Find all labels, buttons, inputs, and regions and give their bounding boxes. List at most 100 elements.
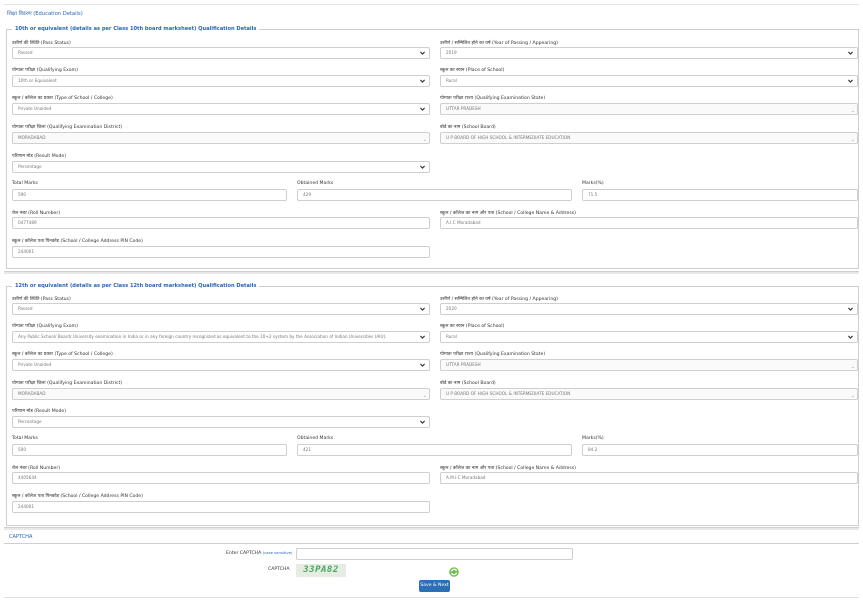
tenth-place-select[interactable]: Rural [440,75,858,87]
tenth-type-label: स्कूल / कॉलेज का प्रकार (Type of School … [12,96,113,101]
section-divider [4,527,859,530]
twelfth-result-mode-value: Percentage [18,419,42,424]
section-divider [4,271,859,274]
twelfth-school-name-label: स्कूल / कॉलेज का नाम और पता (School / Co… [440,466,576,471]
select-arrows-icon: ⌄ [850,108,855,114]
tenth-obtained-input[interactable]: 429 [297,189,572,201]
tenth-percent-label: Marks(%) [582,181,604,186]
tenth-district-value: MORADABAD [18,135,46,140]
tenth-fieldset [6,29,859,269]
twelfth-pass-status-value: Passed [18,306,33,311]
twelfth-place-select[interactable]: Rural [440,331,858,343]
chevron-down-icon [420,107,425,111]
captcha-image: 33PA82 [296,564,346,577]
twelfth-pass-status-select[interactable]: Passed [12,303,430,315]
chevron-down-icon [420,307,425,311]
tenth-year-value: 2019 [446,50,457,55]
chevron-down-icon [420,335,425,339]
tenth-exam-select[interactable]: 10th or Equivalent [12,75,430,87]
select-arrows-icon: ⌄ [850,364,855,370]
chevron-down-icon [420,51,425,55]
chevron-down-icon [420,420,425,424]
twelfth-exam-select[interactable]: Any Public School/ Board/ University exa… [12,331,430,343]
page-bottom-border [4,597,859,598]
tenth-pass-status-value: Passed [18,50,33,55]
twelfth-district-select[interactable]: MORADABAD ⌄ [12,388,430,400]
chevron-down-icon [420,165,425,169]
twelfth-total-label: Total Marks [12,436,38,441]
tenth-total-input[interactable]: 590 [12,189,287,201]
captcha-input[interactable] [296,548,573,560]
tenth-total-label: Total Marks [12,181,38,186]
twelfth-type-value: Private Unaided [18,362,52,367]
captcha-enter-label: Enter CAPTCHA (case sensitive) [226,550,293,556]
chevron-down-icon [848,79,853,83]
tenth-result-mode-select[interactable]: Percentage [12,161,430,173]
tenth-result-mode-label: परिणाम मोड (Result Mode) [12,154,67,159]
twelfth-percent-input[interactable]: 84.2 [582,444,858,456]
tenth-state-value: UTTAR PRADESH [446,106,481,111]
chevron-down-icon [848,335,853,339]
tenth-percent-input[interactable]: 71.5 [582,189,858,201]
captcha-image-label: CAPTCHA [268,567,290,572]
twelfth-pin-label: स्कूल / कॉलेज पता पिनकोड (School / Colle… [12,494,143,499]
tenth-board-value: U P BOARD OF HIGH SCHOOL & INTERMEDIATE … [446,135,571,140]
select-arrows-icon: ⌄ [850,137,855,143]
twelfth-result-mode-label: परिणाम मोड (Result Mode) [12,409,67,414]
twelfth-obtained-input[interactable]: 421 [297,444,572,456]
tenth-type-value: Private Unaided [18,106,52,111]
tenth-district-label: योग्यता परीक्षा जिला (Qualifying Examina… [12,125,123,130]
tenth-board-select[interactable]: U P BOARD OF HIGH SCHOOL & INTERMEDIATE … [440,132,858,144]
twelfth-district-value: MORADABAD [18,391,46,396]
twelfth-year-value: 2020 [446,306,457,311]
tenth-year-select[interactable]: 2019 [440,47,858,59]
chevron-down-icon [848,307,853,311]
twelfth-district-label: योग्यता परीक्षा जिला (Qualifying Examina… [12,381,123,386]
twelfth-pass-status-label: उत्तीर्ण की स्थिति (Pass Status) [12,297,71,302]
tenth-school-name-input[interactable]: A.I.C Moradabad [440,217,858,229]
chevron-down-icon [420,363,425,367]
captcha-enter-text: Enter CAPTCHA [226,551,262,556]
twelfth-roll-label: रोल नंबर (Roll Number) [12,466,61,471]
twelfth-pin-input[interactable]: 244001 [12,501,430,513]
chevron-down-icon [848,51,853,55]
twelfth-exam-label: योग्यता परीक्षा (Qualifying Exam) [12,324,78,329]
tenth-exam-value: 10th or Equivalent [18,78,57,83]
tenth-state-label: योग्यता परीक्षा राज्य (Qualifying Examin… [440,96,546,101]
twelfth-state-label: योग्यता परीक्षा राज्य (Qualifying Examin… [440,352,546,357]
twelfth-result-mode-select[interactable]: Percentage [12,416,430,428]
twelfth-fieldset [6,286,859,526]
twelfth-roll-input[interactable]: 4405644 [12,472,430,484]
twelfth-year-label: उत्तीर्ण / सम्मिलित होने का वर्ष (Year o… [440,297,558,302]
tenth-pass-status-select[interactable]: Passed [12,47,430,59]
tenth-place-value: Rural [446,78,457,83]
select-arrows-icon: ⌄ [850,393,855,399]
tenth-type-select[interactable]: Private Unaided [12,103,430,115]
tenth-district-select[interactable]: MORADABAD ⌄ [12,132,430,144]
tenth-school-name-label: स्कूल / कॉलेज का नाम और पता (School / Co… [440,211,576,216]
twelfth-percent-label: Marks(%) [582,436,604,441]
save-next-button[interactable]: Save & Next [419,580,450,592]
captcha-title-underline [4,543,859,544]
twelfth-board-select[interactable]: U P BOARD OF HIGH SCHOOL & INTERMEDIATE … [440,388,858,400]
twelfth-state-value: UTTAR PRADESH [446,362,481,367]
tenth-board-label: बोर्ड का नाम (School Board) [440,125,496,130]
tenth-year-label: उत्तीर्ण / सम्मिलित होने का वर्ष (Year o… [440,41,558,46]
twelfth-year-select[interactable]: 2020 [440,303,858,315]
twelfth-total-input[interactable]: 500 [12,444,287,456]
twelfth-type-select[interactable]: Private Unaided [12,359,430,371]
twelfth-type-label: स्कूल / कॉलेज का प्रकार (Type of School … [12,352,113,357]
twelfth-exam-value: Any Public School/ Board/ University exa… [18,334,387,339]
tenth-pin-input[interactable]: 244001 [12,246,430,258]
tenth-pass-status-label: उत्तीर्ण की स्थिति (Pass Status) [12,41,71,46]
refresh-icon[interactable] [448,566,460,578]
twelfth-school-name-input[interactable]: A.M.I.C Moradabad [440,472,858,484]
captcha-case-hint: (case sensitive) [262,550,293,555]
tenth-roll-input[interactable]: 0477489 [12,217,430,229]
twelfth-board-value: U P BOARD OF HIGH SCHOOL & INTERMEDIATE … [446,391,571,396]
tenth-state-select[interactable]: UTTAR PRADESH ⌄ [440,103,858,115]
twelfth-place-value: Rural [446,334,457,339]
select-arrows-icon: ⌄ [422,137,427,143]
twelfth-state-select[interactable]: UTTAR PRADESH ⌄ [440,359,858,371]
captcha-title: CAPTCHA [9,534,33,540]
